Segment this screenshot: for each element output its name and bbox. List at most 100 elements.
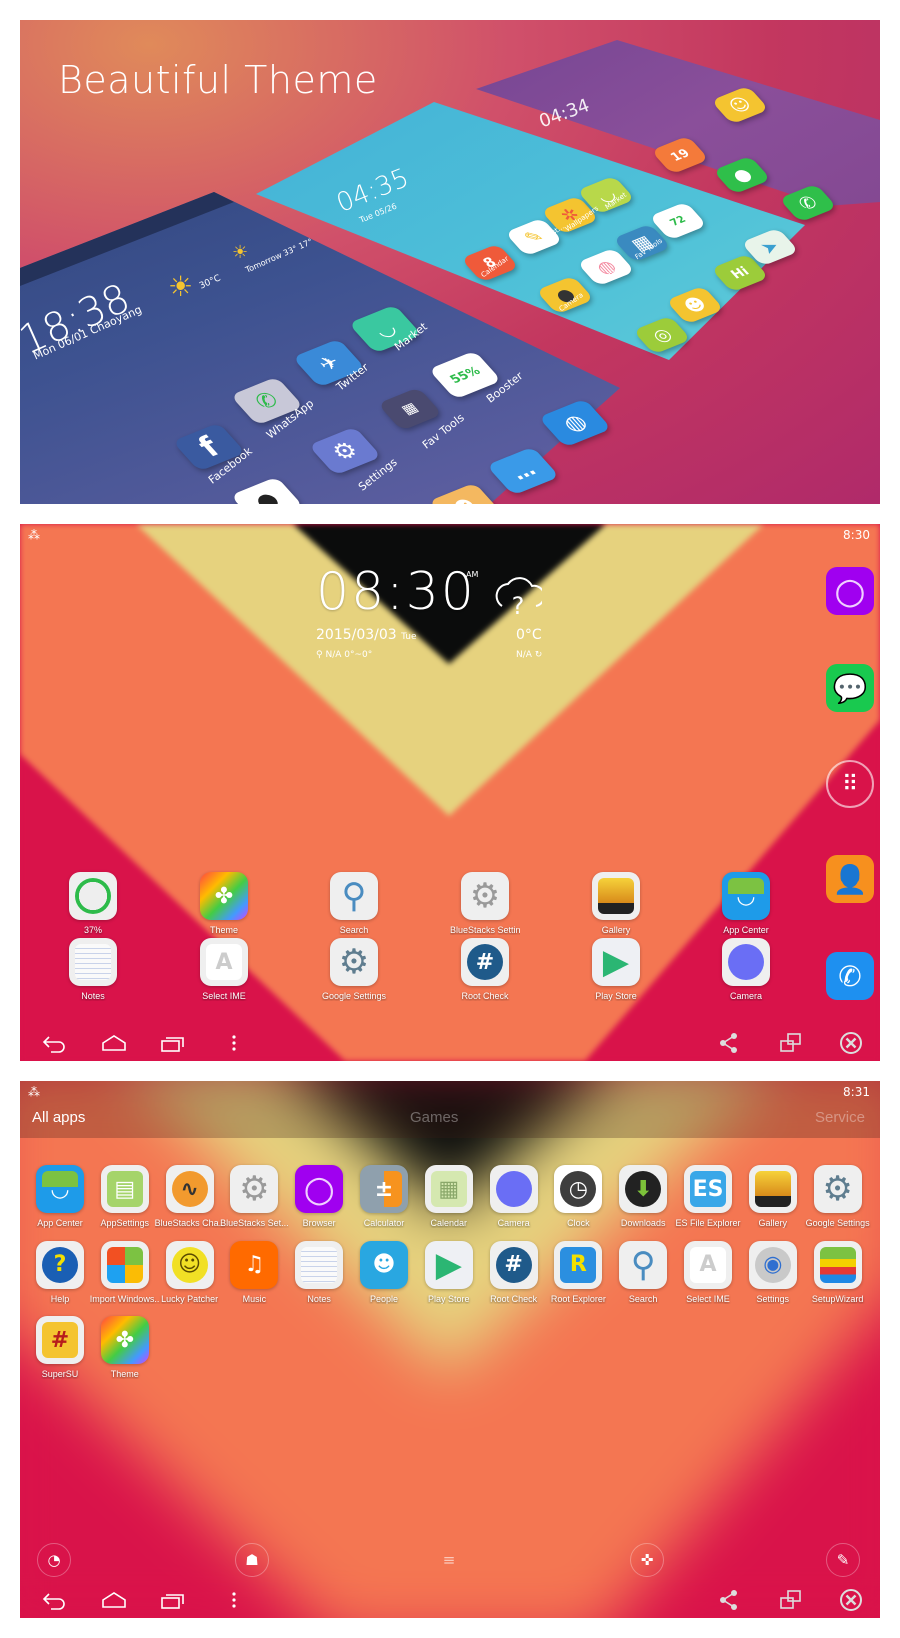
all-apps-icon[interactable]: ⠿ bbox=[826, 760, 874, 808]
app-camera[interactable]: Camera bbox=[711, 938, 781, 1001]
app-supersu[interactable]: # SuperSU bbox=[25, 1316, 95, 1379]
clock-date: 2015/03/03 Tue bbox=[316, 627, 417, 643]
home-icon[interactable] bbox=[101, 1031, 127, 1055]
app-google-settings[interactable]: ⚙ Google Settings bbox=[803, 1165, 873, 1228]
app-calendar[interactable]: ▦ Calendar bbox=[414, 1165, 484, 1228]
tab-service[interactable]: Service bbox=[815, 1109, 865, 1126]
app-label: Search bbox=[628, 1293, 658, 1304]
status-time: 8:30 bbox=[843, 528, 870, 542]
app-app-center[interactable]: ◡ App Center bbox=[711, 872, 781, 935]
clock-widget-time[interactable]: 08:30 bbox=[316, 562, 476, 622]
status-time: 8:31 bbox=[843, 1085, 870, 1099]
cleaner-broom-icon[interactable]: ✎ bbox=[826, 1543, 860, 1577]
close-icon[interactable] bbox=[838, 1031, 864, 1055]
app-setupwizard[interactable]: SetupWizard bbox=[803, 1240, 873, 1304]
menu-icon[interactable] bbox=[221, 1588, 247, 1612]
calculator-icon: ± bbox=[360, 1165, 408, 1213]
app-clock[interactable]: ◷ Clock bbox=[543, 1165, 613, 1228]
app-select-ime[interactable]: A Select IME bbox=[673, 1240, 743, 1304]
app-gallery[interactable]: Gallery bbox=[581, 872, 651, 935]
browser-icon: ○ bbox=[295, 1165, 344, 1213]
app-downloads[interactable]: ⬇ Downloads bbox=[608, 1165, 678, 1228]
back-icon[interactable] bbox=[41, 1588, 67, 1612]
app-search[interactable]: ⚲ Search bbox=[608, 1240, 678, 1304]
app-bluestacks-settings[interactable]: ⚙ BlueStacks Settings bbox=[450, 872, 520, 935]
back-icon[interactable] bbox=[41, 1031, 67, 1055]
playstore-icon: ▶ bbox=[424, 1240, 473, 1289]
app-label: BlueStacks Set... bbox=[220, 1218, 289, 1228]
phone-icon[interactable]: ✆ bbox=[826, 952, 874, 1000]
app-theme[interactable]: ✤ Theme bbox=[189, 872, 259, 935]
gamepad-icon[interactable]: ✜ bbox=[630, 1543, 664, 1577]
appcenter-icon: ◡ bbox=[722, 872, 770, 920]
app-root-check[interactable]: # Root Check bbox=[450, 938, 520, 1001]
recent-apps-icon[interactable] bbox=[160, 1031, 186, 1055]
tab-all-apps[interactable]: All apps bbox=[32, 1109, 85, 1126]
app-calculator[interactable]: ± Calculator bbox=[349, 1165, 419, 1228]
app-label: SuperSU bbox=[41, 1369, 79, 1379]
app-lucky-patcher[interactable]: ☺ Lucky Patcher bbox=[155, 1240, 225, 1304]
app-appsettings[interactable]: ▤ AppSettings bbox=[90, 1165, 160, 1228]
app-es-file-explorer[interactable]: ES ES File Explorer bbox=[673, 1165, 743, 1228]
share-icon[interactable] bbox=[716, 1031, 742, 1055]
app-label: Notes bbox=[307, 1293, 331, 1304]
app-browser[interactable]: ○ Browser bbox=[284, 1165, 354, 1228]
esfile-icon: ES bbox=[684, 1165, 732, 1213]
app-settings[interactable]: ◉ Settings bbox=[738, 1240, 808, 1304]
tab-games[interactable]: Games bbox=[410, 1109, 458, 1126]
app-music[interactable]: ♫ Music bbox=[219, 1240, 289, 1304]
contacts-icon[interactable]: 👤 bbox=[826, 855, 874, 903]
app-people[interactable]: ☻ People bbox=[349, 1240, 419, 1304]
clock-search-icon[interactable]: ◔ bbox=[37, 1543, 71, 1577]
home-icon[interactable] bbox=[101, 1588, 127, 1612]
app-label: Help bbox=[50, 1293, 70, 1304]
app-select-ime[interactable]: A Select IME bbox=[189, 938, 259, 1001]
app-bluestacks-cha[interactable]: ∿ BlueStacks Cha... bbox=[155, 1165, 225, 1228]
app-label: 37% bbox=[83, 925, 102, 935]
app-app-center[interactable]: ◡ App Center bbox=[25, 1165, 95, 1228]
app-play-store[interactable]: ▶ Play Store bbox=[414, 1240, 484, 1304]
close-icon[interactable] bbox=[838, 1588, 864, 1612]
window-resize-icon[interactable] bbox=[778, 1031, 804, 1055]
rootcheck-icon: # bbox=[461, 938, 509, 986]
camera-icon bbox=[489, 1165, 538, 1213]
app-bluestacks-set[interactable]: ⚙ BlueStacks Set... bbox=[219, 1165, 289, 1228]
app-gallery[interactable]: Gallery bbox=[738, 1165, 808, 1228]
menu-icon[interactable] bbox=[221, 1031, 247, 1055]
browser-icon[interactable]: ○ bbox=[826, 567, 874, 615]
app-label: Root Check bbox=[461, 991, 509, 1001]
importwin-icon bbox=[100, 1240, 149, 1289]
app-search[interactable]: ⚲ Search bbox=[319, 872, 389, 935]
app-import-windows[interactable]: Import Windows... bbox=[90, 1240, 160, 1304]
downloads-icon: ⬇ bbox=[619, 1165, 668, 1213]
android-market-icon[interactable]: ☗ bbox=[235, 1543, 269, 1577]
app-theme[interactable]: ✤ Theme bbox=[90, 1316, 160, 1379]
navigation-bar bbox=[20, 1025, 880, 1061]
app-37[interactable]: 37% bbox=[58, 872, 128, 935]
app-label: Play Store bbox=[428, 1293, 470, 1304]
weather-location: ⚲ N/A 0°~0° bbox=[316, 650, 373, 660]
app-label: Theme bbox=[110, 1369, 139, 1379]
weather-unknown-icon[interactable]: ? bbox=[494, 572, 542, 618]
app-play-store[interactable]: ▶ Play Store bbox=[581, 938, 651, 1001]
app-label: App Center bbox=[723, 925, 769, 935]
app-google-settings[interactable]: ⚙ Google Settings bbox=[319, 938, 389, 1001]
weather-sun-icon: ☀ bbox=[232, 242, 249, 263]
app-label: Gallery bbox=[601, 925, 631, 935]
svg-text:?: ? bbox=[512, 592, 525, 618]
window-resize-icon[interactable] bbox=[778, 1588, 804, 1612]
share-icon[interactable] bbox=[716, 1588, 742, 1612]
refresh-icon[interactable]: ↻ bbox=[535, 650, 543, 660]
gsettings-icon: ⚙ bbox=[330, 938, 378, 986]
app-root-check[interactable]: # Root Check bbox=[479, 1240, 549, 1304]
app-help[interactable]: ? Help bbox=[25, 1240, 95, 1304]
recent-apps-icon[interactable] bbox=[160, 1588, 186, 1612]
app-label: Select IME bbox=[202, 991, 246, 1001]
app-notes[interactable]: Notes bbox=[58, 938, 128, 1001]
messages-icon[interactable]: 💬 bbox=[826, 664, 874, 712]
app-notes[interactable]: Notes bbox=[284, 1240, 354, 1304]
menu-icon[interactable]: ≡ bbox=[432, 1543, 466, 1577]
app-camera[interactable]: Camera bbox=[479, 1165, 549, 1228]
app-root-explorer[interactable]: R Root Explorer bbox=[543, 1240, 613, 1304]
supersu-icon: # bbox=[36, 1316, 84, 1364]
